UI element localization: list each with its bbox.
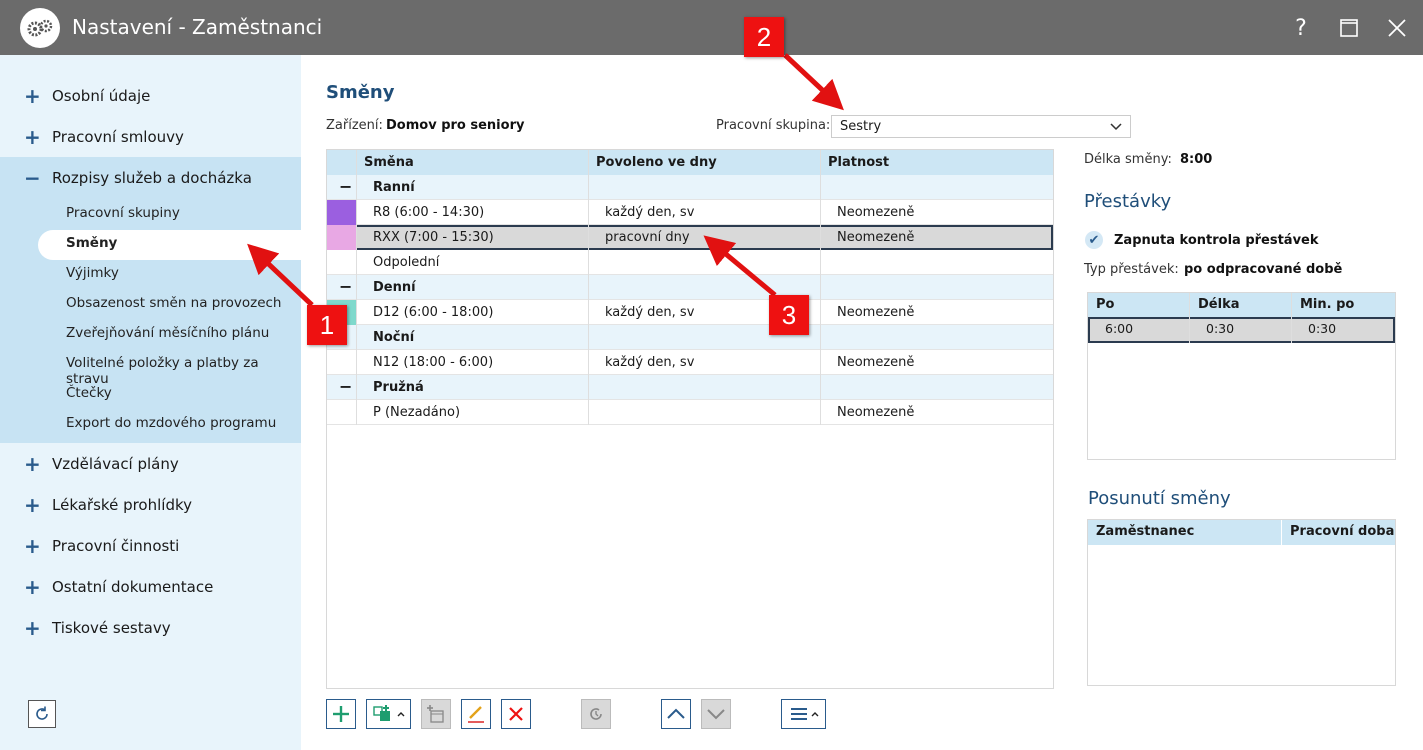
annotation-badge-2: 2 — [744, 17, 784, 57]
arrow-2 — [783, 53, 844, 111]
arrow-1 — [247, 243, 314, 307]
annotation-badge-1: 1 — [307, 305, 347, 345]
annotation-badge-3: 3 — [769, 295, 809, 335]
arrow-3 — [703, 235, 777, 297]
annotation-arrows — [247, 53, 844, 307]
